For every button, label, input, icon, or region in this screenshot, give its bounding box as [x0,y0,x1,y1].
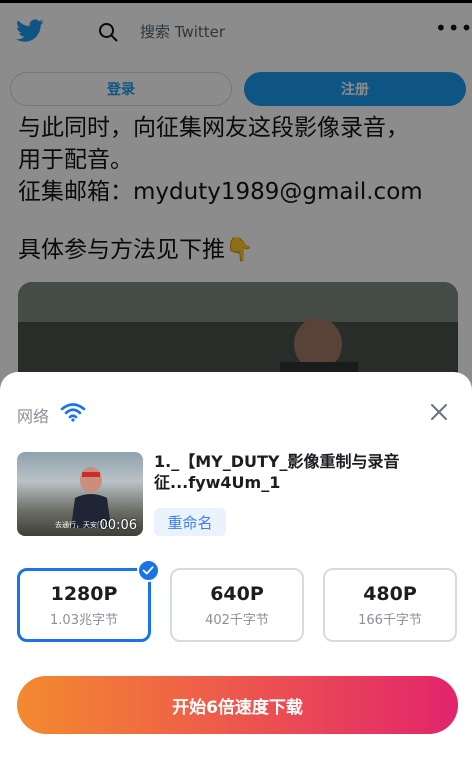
quality-size: 1.03兆字节 [50,612,118,628]
quality-option-640p[interactable]: 640P 402千字节 [170,568,304,642]
start-download-button[interactable]: 开始6倍速度下载 [17,676,458,734]
video-title-line: 征...fyw4Um_1 [154,473,281,492]
selected-check-icon [137,559,160,582]
network-label: 网络 [17,407,50,426]
quality-size: 402千字节 [205,612,269,628]
download-sheet: 网络 去通行，天安门 ... 00:06 1._【MY_DUTY_影像重制与录音… [0,372,472,767]
close-icon[interactable] [430,403,448,421]
video-thumbnail: 去通行，天安门 ... 00:06 [17,452,143,536]
rename-button[interactable]: 重命名 [154,508,226,536]
video-title: 1._【MY_DUTY_影像重制与录音 征...fyw4Um_1 [154,451,454,493]
quality-size: 166千字节 [358,612,422,628]
quality-label: 640P [210,582,264,605]
quality-label: 480P [363,582,417,605]
quality-option-480p[interactable]: 480P 166千字节 [323,568,457,642]
wifi-icon [60,403,86,422]
video-duration: 00:06 [99,518,137,533]
quality-option-1280p[interactable]: 1280P 1.03兆字节 [17,568,151,642]
video-title-line: 1._【MY_DUTY_影像重制与录音 [154,452,400,471]
quality-label: 1280P [50,582,118,605]
